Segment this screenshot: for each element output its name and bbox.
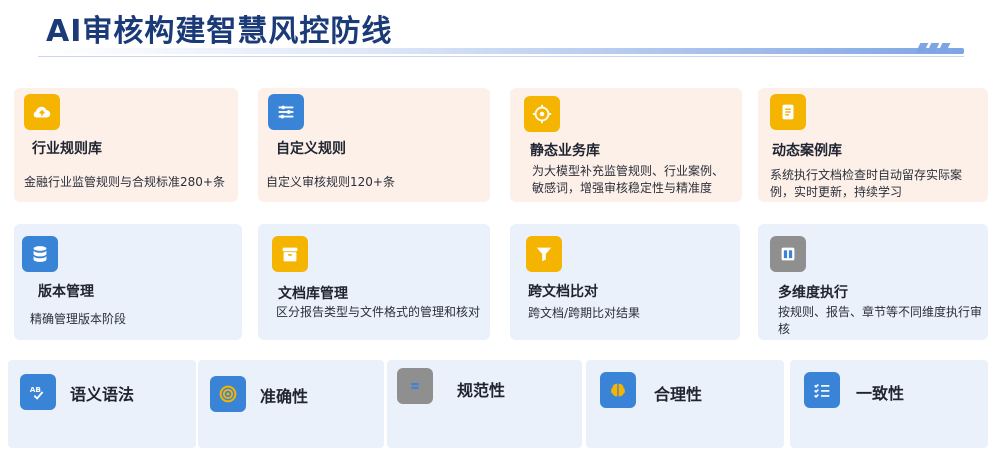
svg-text:AB: AB xyxy=(30,385,42,394)
card-title: 行业规则库 xyxy=(32,141,102,157)
card-title: 自定义规则 xyxy=(276,141,346,157)
card-description: 自定义审核规则120+条 xyxy=(266,175,395,189)
card-description: 为大模型补充监管规则、行业案例、敏感词，增强审核稳定性与精准度 xyxy=(532,164,725,195)
card-version-management[interactable]: 版本管理 精确管理版本阶段 xyxy=(14,224,242,340)
columns-icon xyxy=(770,236,806,272)
card-description: 金融行业监管规则与合规标准280+条 xyxy=(24,175,225,189)
card-title: 文档库管理 xyxy=(278,286,348,302)
equals-icon xyxy=(397,368,433,404)
card-document-library-management[interactable]: 文档库管理 区分报告类型与文件格式的管理和核对 xyxy=(258,224,490,340)
card-title: 多维度执行 xyxy=(778,285,848,301)
card-title: 准确性 xyxy=(260,387,309,406)
brain-icon xyxy=(600,372,636,408)
archive-icon xyxy=(272,236,308,272)
title-underline xyxy=(38,56,964,57)
card-accuracy[interactable]: 准确性 xyxy=(198,360,384,448)
card-title: 静态业务库 xyxy=(530,143,600,159)
card-industry-rules[interactable]: 行业规则库 金融行业监管规则与合规标准280+条 xyxy=(14,88,238,202)
card-custom-rules[interactable]: 自定义规则 自定义审核规则120+条 xyxy=(258,88,490,202)
card-semantic-grammar[interactable]: AB 语义语法 xyxy=(8,360,196,448)
card-consistency[interactable]: 一致性 xyxy=(790,360,988,448)
database-icon xyxy=(22,236,58,272)
sliders-icon xyxy=(268,94,304,130)
filter-icon xyxy=(526,236,562,272)
card-title: 一致性 xyxy=(856,384,905,403)
card-title: 语义语法 xyxy=(70,385,135,404)
card-title: 跨文档比对 xyxy=(528,284,598,300)
card-description: 跨文档/跨期比对结果 xyxy=(528,306,641,320)
card-static-business-library[interactable]: 静态业务库 为大模型补充监管规则、行业案例、敏感词，增强审核稳定性与精准度 xyxy=(510,88,742,202)
card-title: 版本管理 xyxy=(38,284,94,300)
checklist-icon xyxy=(804,372,840,408)
card-title: 规范性 xyxy=(457,381,506,400)
title-underline-bar xyxy=(38,48,964,54)
target-icon xyxy=(524,96,560,132)
card-description: 精确管理版本阶段 xyxy=(30,312,127,326)
card-title: 合理性 xyxy=(654,385,703,404)
page-title: AI审核构建智慧风控防线 xyxy=(46,14,393,49)
cloud-upload-icon xyxy=(24,94,60,130)
card-description: 系统执行文档检查时自动留存实际案例，实时更新，持续学习 xyxy=(770,168,963,199)
card-reasonableness[interactable]: 合理性 xyxy=(586,360,784,448)
card-cross-document-comparison[interactable]: 跨文档比对 跨文档/跨期比对结果 xyxy=(510,224,740,340)
card-multi-dimension-execution[interactable]: 多维度执行 按规则、报告、章节等不同维度执行审核 xyxy=(758,224,988,340)
card-standardization[interactable]: 规范性 xyxy=(387,360,582,448)
decorative-slashes xyxy=(915,38,951,57)
card-description: 按规则、报告、章节等不同维度执行审核 xyxy=(778,305,983,336)
spellcheck-icon: AB xyxy=(20,374,56,410)
card-title: 动态案例库 xyxy=(772,143,842,159)
scroll-icon xyxy=(770,94,806,130)
card-description: 区分报告类型与文件格式的管理和核对 xyxy=(276,305,481,319)
card-dynamic-case-library[interactable]: 动态案例库 系统执行文档检查时自动留存实际案例，实时更新，持续学习 xyxy=(758,88,988,202)
bullseye-icon xyxy=(210,376,246,412)
